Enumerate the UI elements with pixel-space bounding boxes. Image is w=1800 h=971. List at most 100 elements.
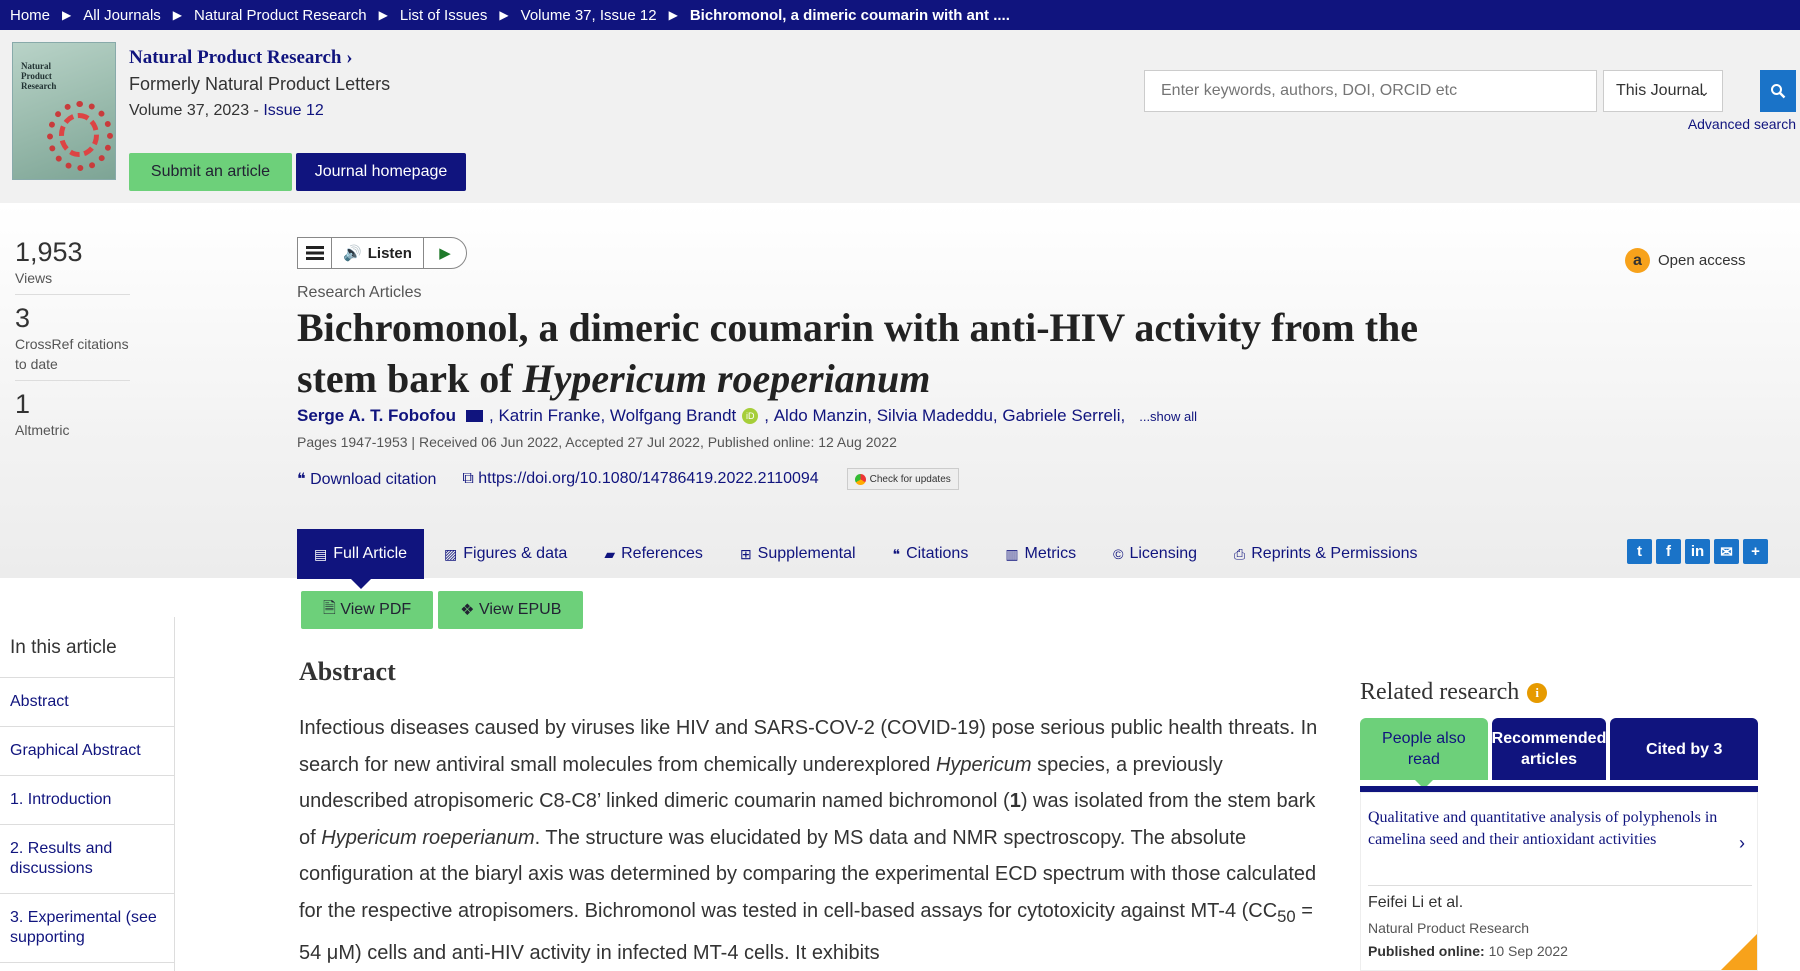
breadcrumb: Home ▶ All Journals ▶ Natural Product Re… [0,0,1800,30]
plus-icon[interactable]: + [1743,539,1768,564]
outline-item-graphical-abstract[interactable]: Graphical Abstract [0,727,174,776]
volume-text: Volume 37, 2023 - [129,102,264,119]
download-citation-link[interactable]: ❝ Download citation [297,469,436,489]
breadcrumb-separator-icon: ▶ [378,8,388,22]
breadcrumb-separator-icon: ▶ [62,8,72,22]
outline-heading: In this article [0,617,174,678]
altmetric-count: 1 [15,389,31,419]
tab-full-article[interactable]: ▤ Full Article [297,529,425,589]
pdf-icon: 🗎 [323,599,341,617]
article-outline: In this article Abstract Graphical Abstr… [0,617,175,971]
journal-homepage-button[interactable]: Journal homepage [296,153,466,191]
tab-people-also-read[interactable]: People also read [1360,718,1488,789]
advanced-search-link[interactable]: Advanced search [1688,116,1796,132]
author-link[interactable]: Serge A. T. Fobofou [297,406,456,426]
views-count: 1,953 [15,237,83,267]
printer-icon: ⎙ [1234,545,1246,562]
issue-link[interactable]: Issue 12 [263,102,323,119]
tab-reprints[interactable]: ⎙ Reprints & Permissions [1234,529,1417,579]
author-link[interactable]: Katrin Franke, Wolfgang Brandt [498,406,736,426]
tab-recommended-articles[interactable]: Recommended articles [1491,718,1607,780]
article-metrics: 1,953 Views 3 CrossRef citations to date… [15,237,130,454]
email-icon[interactable]: ✉ [1714,539,1739,564]
outline-item-experimental[interactable]: 3. Experimental (see supporting [0,894,174,963]
crossref-count: 3 [15,303,31,333]
linkedin-icon[interactable]: in [1685,539,1710,564]
tab-cited-by[interactable]: Cited by 3 [1610,718,1759,780]
show-all-authors-link[interactable]: ...show all [1139,409,1197,424]
tab-licensing[interactable]: © Licensing [1113,529,1197,579]
journal-former-name: Formerly Natural Product Letters [129,74,391,94]
breadcrumb-issue[interactable]: Volume 37, Issue 12 [521,7,657,24]
related-article-published: Published online: 10 Sep 2022 [1368,943,1568,959]
chevron-right-icon[interactable]: › [1739,833,1745,854]
journal-title-link[interactable]: Natural Product Research › [129,47,353,69]
epub-icon: ❖ [460,602,479,619]
crossmark-icon [854,473,866,485]
card-divider [1368,885,1752,886]
copyright-icon: © [1113,546,1124,562]
views-label: Views [15,268,130,295]
tab-references[interactable]: ▰ References [604,529,703,579]
view-epub-button[interactable]: ❖ View EPUB [438,591,584,629]
listen-button[interactable]: 🔊 Listen [332,238,424,268]
search-icon [1771,84,1786,99]
outline-item-results[interactable]: 2. Results and discussions [0,825,174,894]
breadcrumb-all-journals[interactable]: All Journals [83,7,161,24]
journal-volume-info: Volume 37, 2023 - Issue 12 [129,102,324,120]
speaker-icon: 🔊 [343,245,362,262]
check-for-updates-button[interactable]: Check for updates [846,468,959,490]
tab-supplemental[interactable]: ⊞ Supplemental [740,529,856,579]
related-tabs: People also read Recommended articles Ci… [1360,718,1759,789]
hamburger-icon [305,246,324,260]
breadcrumb-current: Bichromonol, a dimeric coumarin with ant… [689,6,1010,24]
book-icon: ▰ [604,545,616,562]
breadcrumb-journal[interactable]: Natural Product Research [194,7,367,24]
outline-item-introduction[interactable]: 1. Introduction [0,776,174,825]
play-button[interactable]: ▶ [424,238,466,268]
breadcrumb-separator-icon: ▶ [668,8,678,22]
info-icon[interactable]: i [1527,682,1548,703]
open-access-badge: a Open access [1625,248,1746,273]
search-button[interactable] [1760,70,1796,112]
twitter-icon[interactable]: t [1627,539,1652,564]
submit-article-button[interactable]: Submit an article [129,153,292,191]
article-title-species: Hypericum roeperianum [522,356,931,401]
altmetric-label: Altmetric [15,422,70,438]
search-scope-select[interactable]: This Journal ⌄ [1603,70,1723,112]
toolbar-menu-button[interactable] [298,238,332,268]
open-access-label: Open access [1658,252,1746,269]
chevron-down-icon: ⌄ [1698,83,1710,99]
open-access-corner-icon [1721,934,1757,970]
email-icon[interactable] [465,410,483,422]
facebook-icon[interactable]: f [1656,539,1681,564]
view-pdf-button[interactable]: 🗎 View PDF [301,591,434,629]
download-buttons: 🗎 View PDF ❖ View EPUB [301,591,584,629]
breadcrumb-separator-icon: ▶ [499,8,509,22]
document-icon: ▤ [314,545,328,562]
citation-row: ❝ Download citation ⧉ https://doi.org/10… [297,468,959,490]
outline-item-abstract[interactable]: Abstract [0,678,174,727]
open-access-icon: a [1625,248,1650,273]
related-article-title[interactable]: Qualitative and quantitative analysis of… [1368,807,1738,851]
doi-link[interactable]: ⧉ https://doi.org/10.1080/14786419.2022.… [462,470,818,488]
tab-metrics[interactable]: ▥ Metrics [1005,529,1076,579]
cover-title: Natural Product Research [21,61,57,91]
breadcrumb-list-of-issues[interactable]: List of Issues [400,7,488,24]
cover-molecule-graphic-inner [59,113,99,157]
related-article-card: Qualitative and quantitative analysis of… [1360,792,1758,971]
crossref-label: CrossRef citations to date [15,334,130,381]
search-input[interactable] [1144,70,1597,112]
bar-chart-icon: ▥ [1005,545,1019,562]
orcid-icon[interactable]: iD [742,408,759,424]
journal-header: Natural Product Research Natural Product… [0,30,1800,219]
search-scope-value: This Journal [1616,82,1704,99]
tab-figures[interactable]: ▨ Figures & data [444,529,567,579]
tab-citations[interactable]: ❝ Citations [893,529,969,579]
breadcrumb-home[interactable]: Home [10,7,50,24]
author-link[interactable]: Aldo Manzin, Silvia Madeddu, Gabriele Se… [774,406,1126,426]
article-tabs: ▤ Full Article ▨ Figures & data ▰ Reference… [297,529,1455,589]
publication-history: Pages 1947-1953 | Received 06 Jun 2022, … [297,434,897,450]
journal-cover-image[interactable]: Natural Product Research [12,42,116,180]
abstract-text: Infectious diseases caused by viruses li… [299,717,1318,964]
